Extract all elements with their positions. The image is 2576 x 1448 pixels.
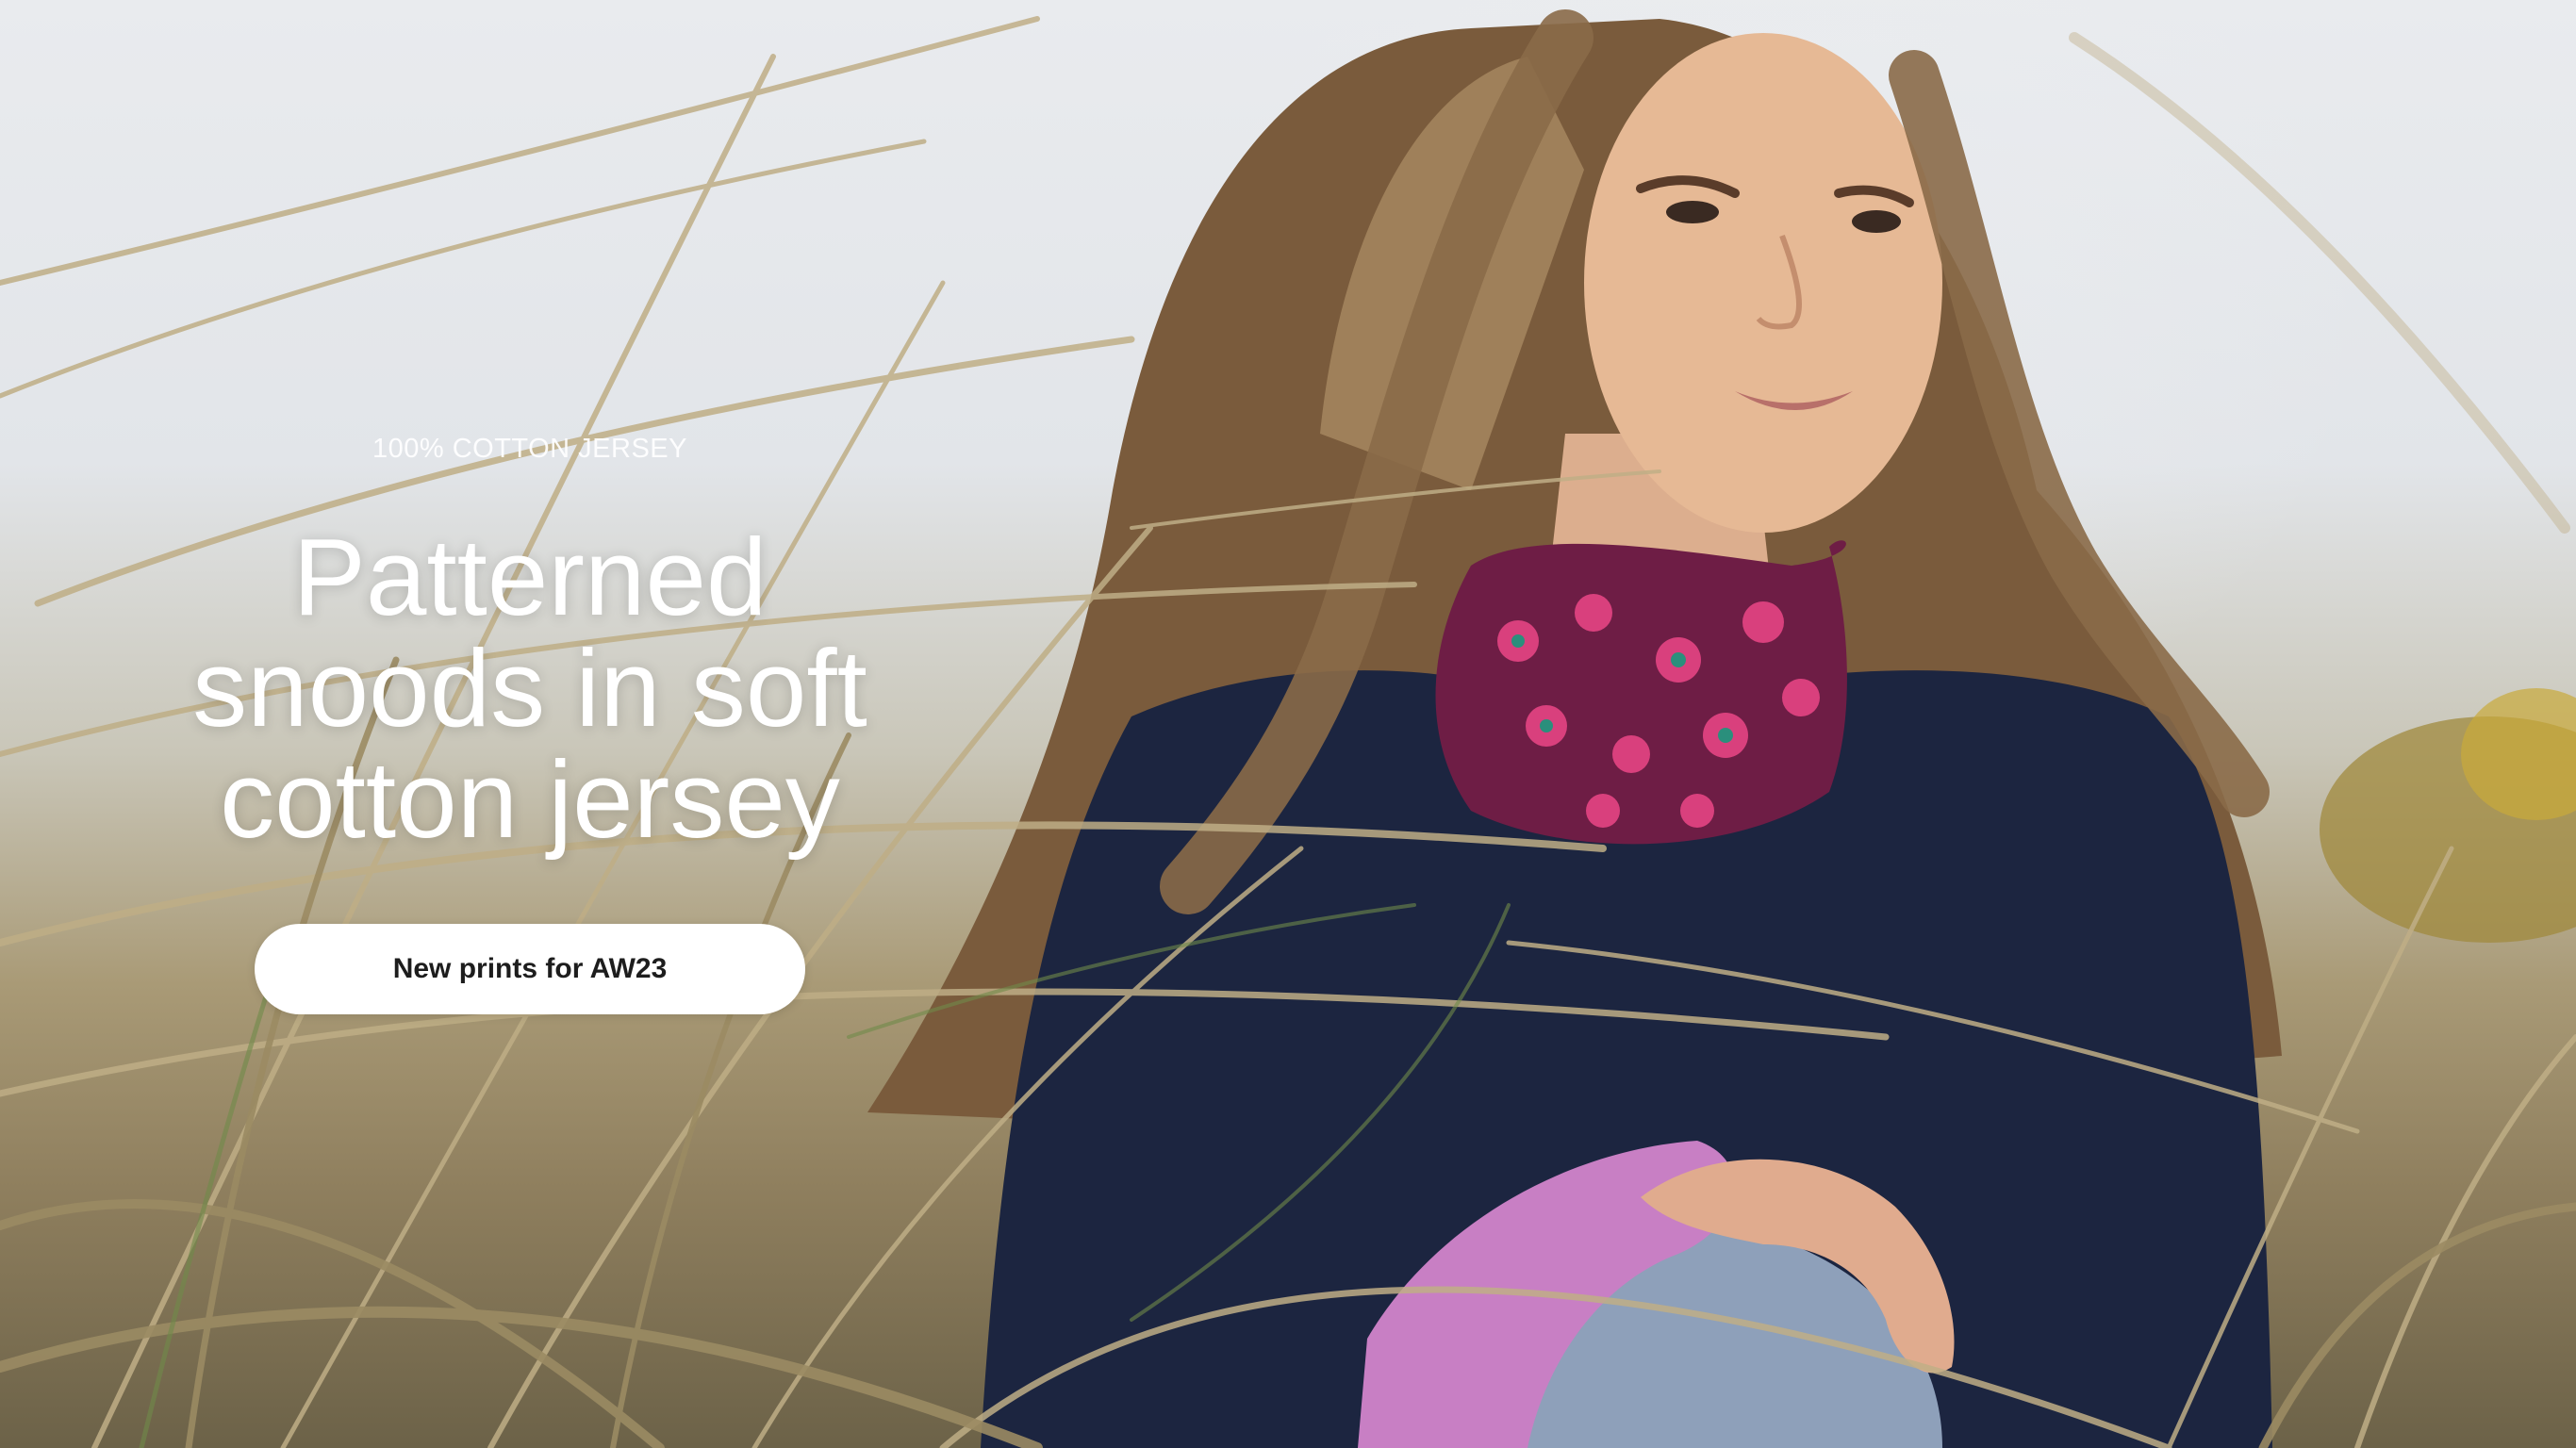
hero-content: 100% COTTON JERSEY Patterned snoods in s…: [141, 434, 918, 1014]
right-eye: [1852, 210, 1901, 233]
hero-banner: 100% COTTON JERSEY Patterned snoods in s…: [0, 0, 2576, 1448]
new-prints-button[interactable]: New prints for AW23: [255, 924, 805, 1014]
hero-eyebrow: 100% COTTON JERSEY: [372, 434, 687, 464]
face: [1584, 33, 1942, 533]
left-eye: [1666, 201, 1719, 223]
hero-headline: Patterned snoods in soft cotton jersey: [192, 516, 867, 861]
